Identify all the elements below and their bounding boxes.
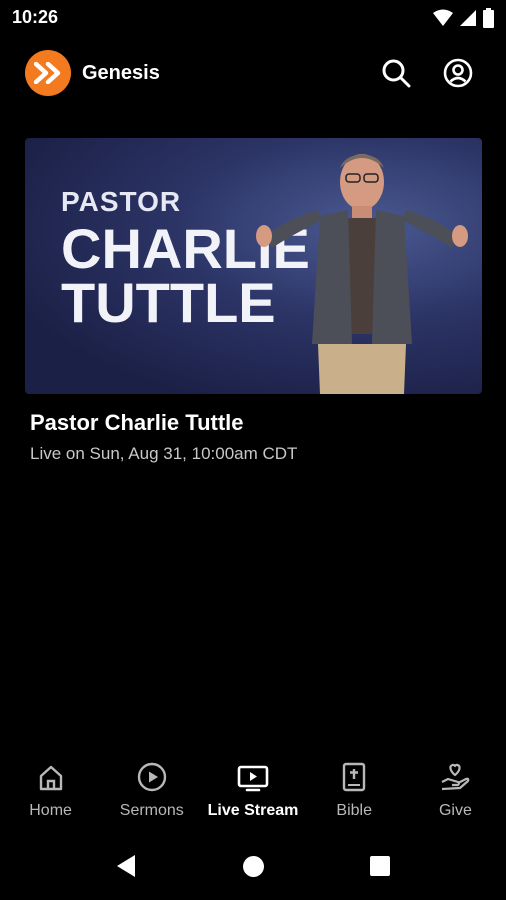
double-chevron-logo-icon — [34, 62, 61, 84]
nav-label-bible: Bible — [336, 802, 372, 819]
battery-icon — [483, 8, 494, 28]
pastor-photo — [256, 154, 468, 394]
nav-item-home[interactable]: Home — [0, 760, 101, 832]
nav-item-bible[interactable]: Bible — [304, 760, 405, 832]
nav-item-give[interactable]: Give — [405, 760, 506, 832]
nav-item-live-stream[interactable]: Live Stream — [202, 760, 303, 832]
app-title: Genesis — [82, 62, 160, 84]
nav-label-sermons: Sermons — [119, 802, 184, 819]
home-icon — [39, 765, 62, 791]
play-circle-icon — [137, 762, 166, 792]
hand-heart-icon — [441, 763, 470, 791]
app-bar: Genesis — [0, 44, 506, 104]
status-icons — [433, 8, 494, 28]
stream-title: Pastor Charlie Tuttle — [30, 410, 244, 435]
status-time: 10:26 — [12, 7, 59, 27]
account-button[interactable] — [441, 56, 475, 90]
system-nav-bar — [0, 840, 506, 900]
stream-schedule: Live on Sun, Aug 31, 10:00am CDT — [30, 444, 298, 463]
nav-item-sermons[interactable]: Sermons — [101, 760, 202, 832]
stream-thumbnail[interactable]: PASTOR CHARLIE TUTTLE — [25, 138, 482, 394]
nav-label-home: Home — [29, 802, 72, 819]
status-bar: 10:26 — [0, 0, 506, 36]
live-stream-card[interactable]: PASTOR CHARLIE TUTTLE Pastor Charlie Tut… — [25, 138, 482, 468]
search-icon — [382, 59, 411, 88]
nav-label-live-stream: Live Stream — [207, 802, 299, 819]
search-button[interactable] — [379, 56, 413, 90]
home-circle-icon[interactable] — [243, 856, 264, 877]
cellular-icon — [460, 10, 476, 26]
bible-icon — [343, 762, 366, 792]
nav-label-give: Give — [438, 802, 472, 819]
recents-square-icon[interactable] — [370, 856, 390, 876]
bottom-nav: Home Sermons Live Stream Bible Give — [0, 760, 506, 832]
account-icon — [443, 58, 473, 88]
back-icon[interactable] — [115, 854, 137, 878]
app-logo — [25, 50, 71, 96]
wifi-icon — [433, 9, 453, 26]
tv-play-icon — [237, 765, 269, 792]
